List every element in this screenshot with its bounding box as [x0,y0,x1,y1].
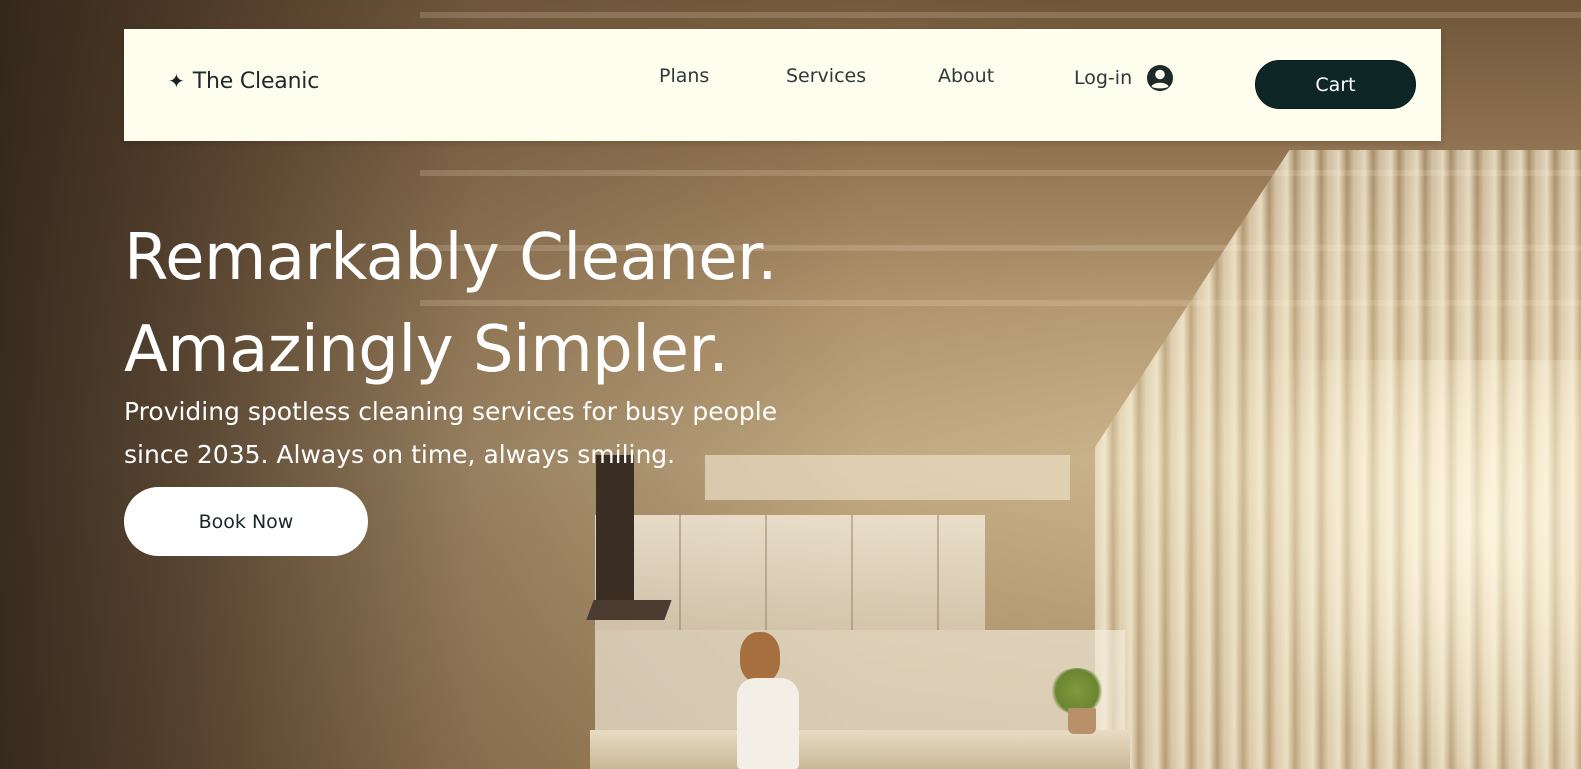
hero-headline: Remarkably Cleaner. Amazingly Simpler. [124,212,777,396]
hero-section: ✦ The Cleanic Plans Services About Log-i… [0,0,1581,769]
book-now-button[interactable]: Book Now [124,487,368,556]
login-label: Log-in [1074,67,1133,89]
range-hood-base [586,600,672,620]
ceiling-stripe [420,12,1581,18]
headline-line-1: Remarkably Cleaner. [124,221,777,295]
sparkle-icon: ✦ [168,70,185,93]
headline-line-2: Amazingly Simpler. [124,313,729,387]
person-body [737,678,799,769]
user-circle-icon [1146,64,1174,92]
nav-link-plans[interactable]: Plans [659,65,709,87]
nav-link-services[interactable]: Services [786,65,866,87]
login-link[interactable]: Log-in [1074,64,1174,92]
person-head [740,632,780,682]
hero-subtext: Providing spotless cleaning services for… [124,397,778,469]
top-nav-bar: ✦ The Cleanic Plans Services About Log-i… [124,29,1441,141]
brand-name: The Cleanic [192,69,320,94]
kitchen-backsplash [595,630,1125,730]
range-hood [596,455,634,605]
kitchen-counter [590,730,1130,769]
brand-logo[interactable]: ✦ The Cleanic [168,69,319,94]
cart-button[interactable]: Cart [1255,60,1416,109]
nav-link-about[interactable]: About [938,65,994,87]
plant-pot [1068,708,1096,734]
sheer-curtains [1095,150,1581,769]
